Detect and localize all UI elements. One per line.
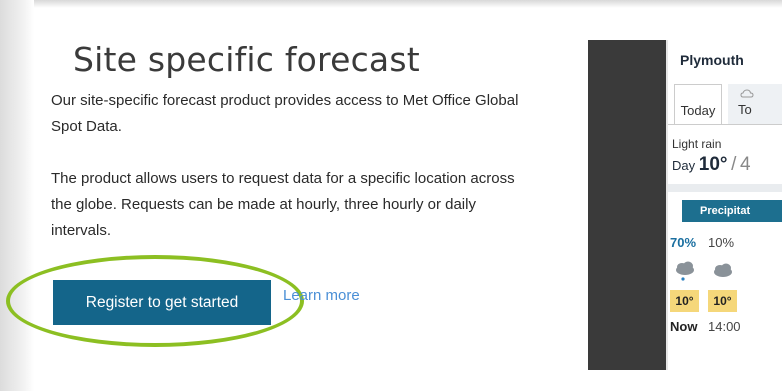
tab-tomorrow[interactable]: To (728, 84, 782, 124)
time-1400: 14:00 (708, 319, 741, 334)
temp-separator: / (731, 154, 737, 175)
tab-divider (668, 124, 782, 125)
intro-paragraph: Our site-specific forecast product provi… (51, 92, 519, 135)
temp-1400: 10° (708, 290, 737, 312)
register-button[interactable]: Register to get started (53, 280, 271, 325)
details-paragraph: The product allows users to request data… (51, 170, 515, 239)
phone-mockup: Plymouth Today To Light rain Day 10° / 4… (588, 40, 782, 370)
temp-now: 10° (670, 290, 699, 312)
left-shadow (0, 0, 34, 391)
day-temp-value: 10° (698, 154, 728, 175)
learn-more-link[interactable]: Learn more (283, 287, 360, 304)
day-tabs: Today To (668, 84, 782, 124)
weather-condition: Light rain (672, 137, 722, 151)
section-divider (668, 184, 782, 192)
top-shadow (0, 0, 782, 8)
day-temperature: Day 10° / 4 (672, 154, 751, 176)
phone-screen: Plymouth Today To Light rain Day 10° / 4… (666, 40, 782, 370)
day-label: Day (672, 158, 696, 173)
tab-today[interactable]: Today (674, 84, 722, 124)
night-temp-value: 4 (740, 154, 751, 175)
screenshot-frame: Site specific forecast Our site-specific… (0, 0, 782, 391)
location-name: Plymouth (680, 52, 744, 68)
cloud-icon (740, 89, 754, 98)
page-title: Site specific forecast (73, 40, 420, 79)
precipitation-button[interactable]: Precipitat (682, 200, 782, 222)
time-now: Now (670, 319, 698, 334)
cloud-icon (714, 263, 732, 277)
cloud-rain-icon (676, 261, 694, 281)
precip-1400: 10% (708, 235, 735, 250)
precip-now: 70% (670, 235, 697, 250)
